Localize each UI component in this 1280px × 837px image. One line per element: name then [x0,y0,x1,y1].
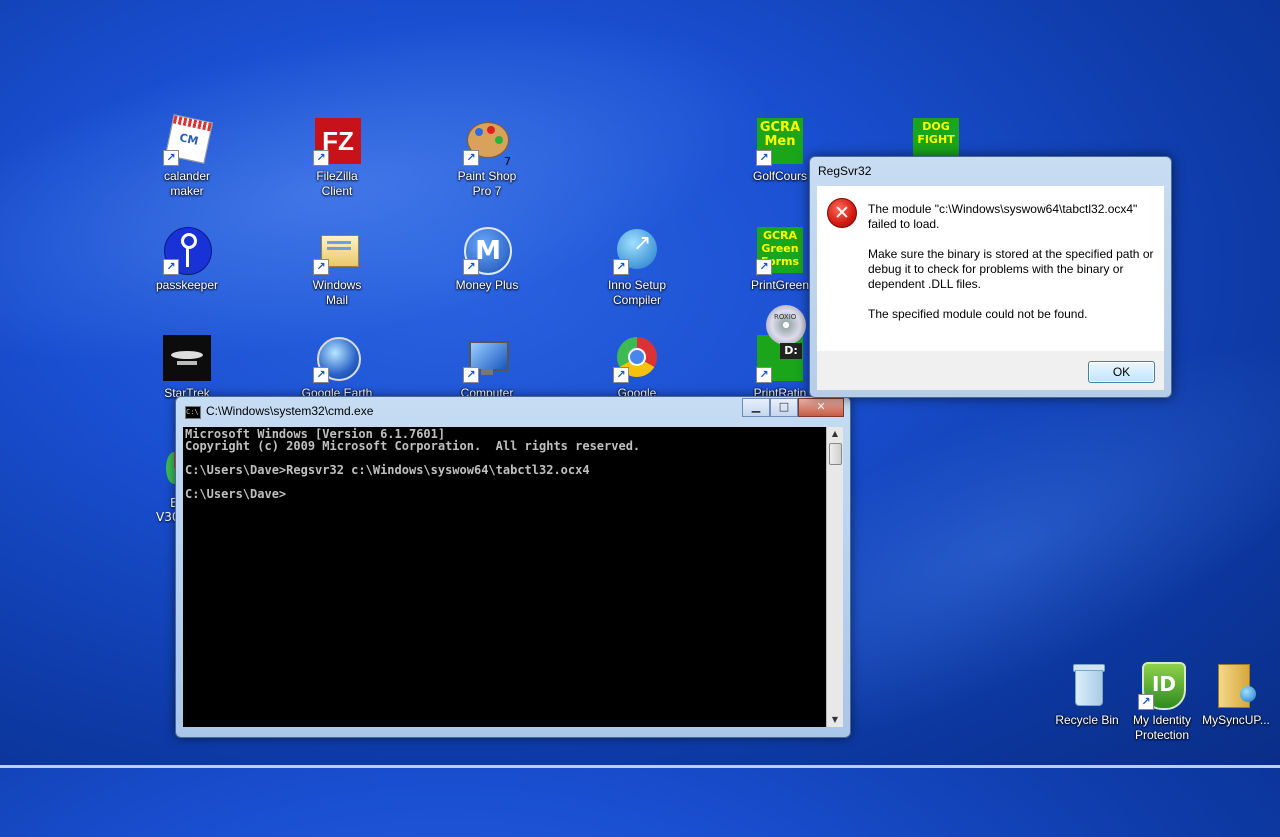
icon-label: Windows Mail [312,278,362,307]
folder-icon [1212,662,1260,710]
desktop-icon-startrek[interactable]: StarTrek [139,335,235,401]
dialog-titlebar[interactable]: RegSvr32 [810,157,1171,185]
vertical-scrollbar[interactable]: ▲ ▼ [826,427,843,727]
desktop-icon-passkeeper[interactable]: ↗ passkeeper [139,227,235,293]
globe-arrow-icon: ↗ ↗ [613,227,661,275]
maximize-button[interactable]: □ [770,398,798,417]
calendar-icon: CM ↗ [163,114,213,166]
dialog-body: ✕ The module "c:\Windows\syswow64\tabctl… [817,186,1164,351]
icon-label: MySyncUP... [1202,713,1270,727]
dialog-message: The module "c:\Windows\syswow64\tabctl32… [868,202,1158,337]
shield-icon: ID ↗ [1138,662,1186,710]
icon-label: Paint Shop Pro 7 [457,169,517,198]
chrome-icon: ↗ [613,335,661,383]
scroll-thumb[interactable] [829,443,842,465]
filezilla-icon: FZ ↗ [313,118,361,166]
error-detail: The specified module could not be found. [868,307,1088,321]
desktop-icon-calander-maker[interactable]: CM ↗ calander maker [139,114,235,199]
desktop-icon-windows-mail[interactable]: ↗ Windows Mail [289,227,385,308]
key-icon: ↗ [163,227,212,275]
desktop-icon-mysyncup[interactable]: MySyncUP... [1188,662,1280,728]
desktop-icon-google-earth[interactable]: ↗ Google Earth [289,335,385,401]
golf-icon: ROXIO D: ↗ [756,305,806,383]
minimize-button[interactable]: ▁ [742,398,770,417]
globe-icon: ↗ [313,335,361,383]
starship-icon [163,335,211,383]
recycle-bin-icon [1063,662,1111,710]
cmd-icon: C:\ [185,406,201,419]
desktop-icon-google-chrome[interactable]: ↗ Google [589,335,685,401]
scroll-down-button[interactable]: ▼ [827,713,843,727]
console-line: C:\Users\Dave> [185,487,287,501]
cmd-window-title: C:\Windows\system32\cmd.exe [206,404,374,418]
error-message: The module "c:\Windows\syswow64\tabctl32… [868,202,1138,231]
icon-label: FileZilla Client [316,169,358,198]
cmd-titlebar[interactable]: C:\ C:\Windows\system32\cmd.exe ▁ □ ✕ [176,397,850,425]
console-line: Copyright (c) 2009 Microsoft Corporation… [185,439,641,453]
icon-label: Inno Setup Compiler [607,278,667,307]
scroll-up-button[interactable]: ▲ [827,427,843,441]
dialog-title: RegSvr32 [818,164,872,178]
error-icon: ✕ [827,198,857,228]
desktop-icon-paint-shop-pro[interactable]: 7 ↗ Paint Shop Pro 7 [439,118,535,199]
ok-button[interactable]: OK [1088,361,1155,383]
regsvr32-dialog[interactable]: RegSvr32 ✕ The module "c:\Windows\syswow… [809,156,1172,398]
cmd-window[interactable]: C:\ C:\Windows\system32\cmd.exe ▁ □ ✕ Mi… [175,396,851,738]
money-icon: M ↗ [463,227,512,275]
dialog-footer: OK [817,351,1164,390]
golf-icon: GCRA Men ↗ [756,118,804,166]
icon-label: calander maker [163,169,211,198]
desktop-icon-filezilla[interactable]: FZ ↗ FileZilla Client [289,118,385,199]
desktop-icon-inno-setup[interactable]: ↗ ↗ Inno Setup Compiler [589,227,685,308]
computer-icon: ↗ [463,335,511,383]
palette-icon: 7 ↗ [463,118,511,168]
console-output[interactable]: Microsoft Windows [Version 6.1.7601] Cop… [183,427,826,727]
desktop-icon-computer[interactable]: ↗ Computer [439,335,535,401]
error-hint: Make sure the binary is stored at the sp… [868,247,1154,291]
console-line: C:\Users\Dave>Regsvr32 c:\Windows\syswow… [185,463,590,477]
icon-label: passkeeper [155,278,219,292]
golf-icon: GCRA Green Forms ↗ [756,227,804,275]
desktop-icon-money-plus[interactable]: M ↗ Money Plus [439,227,535,293]
close-button[interactable]: ✕ [798,398,844,417]
mail-icon: ↗ [313,227,361,275]
icon-label: Money Plus [455,278,519,292]
